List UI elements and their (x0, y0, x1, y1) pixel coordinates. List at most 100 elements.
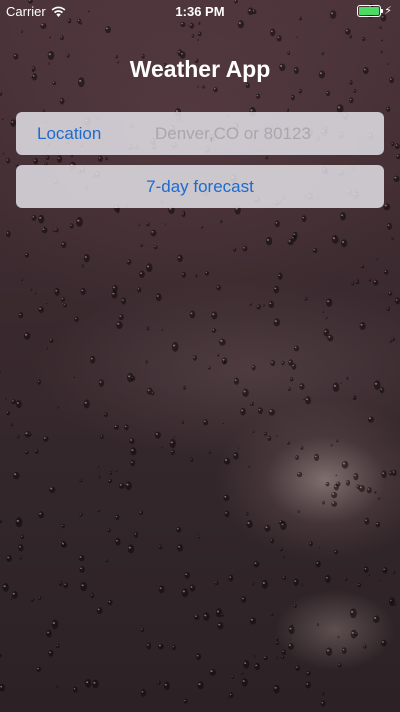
rain-drop (368, 278, 372, 282)
rain-drop (73, 686, 78, 693)
rain-drop (18, 312, 24, 319)
rain-drop (213, 87, 218, 93)
rain-drop (379, 386, 385, 394)
rain-drop (221, 357, 228, 365)
rain-drop (6, 555, 12, 563)
rain-drop (207, 366, 211, 370)
rain-drop (396, 153, 400, 160)
rain-drop (182, 385, 187, 390)
rain-drop (177, 254, 183, 263)
rain-drop (198, 535, 201, 539)
status-time: 1:36 PM (175, 4, 225, 19)
rain-drop (140, 628, 145, 632)
rain-drop (334, 549, 338, 555)
rain-drop (125, 481, 132, 491)
rain-drop (344, 577, 348, 581)
rain-drop (287, 51, 291, 56)
rain-drop (387, 222, 392, 230)
rain-drop (224, 510, 230, 518)
rain-drop (80, 581, 87, 592)
rain-drop (190, 457, 194, 463)
rain-drop (325, 574, 331, 584)
rain-drop (288, 638, 291, 641)
rain-drop (257, 407, 263, 415)
rain-drop (275, 641, 279, 645)
rain-drop (155, 293, 162, 302)
rain-drop (16, 434, 20, 439)
rain-drop (63, 582, 69, 589)
rain-drop (241, 677, 248, 687)
rain-drop (24, 450, 29, 455)
rain-drop (157, 295, 160, 298)
rain-drop (388, 470, 393, 476)
rain-drop (56, 406, 59, 409)
rain-drop (79, 512, 83, 517)
rain-drop (195, 274, 198, 278)
location-input[interactable] (155, 123, 384, 144)
location-field[interactable]: Location (16, 112, 384, 155)
rain-drop (161, 328, 164, 331)
rain-drop (46, 347, 49, 350)
rain-drop (337, 635, 340, 639)
seven-day-forecast-button[interactable]: 7-day forecast (16, 165, 384, 208)
battery-icon (357, 4, 384, 17)
rain-drop (130, 375, 136, 382)
rain-drop (163, 681, 170, 691)
rain-drop (34, 292, 37, 295)
rain-drop (2, 583, 9, 592)
rain-drop (270, 28, 276, 37)
rain-drop (261, 579, 269, 589)
rain-drop (90, 592, 95, 599)
rain-drop (270, 360, 276, 367)
rain-drop (127, 544, 135, 554)
rain-drop (118, 314, 124, 321)
rain-drop (380, 39, 383, 42)
rain-drop (183, 698, 188, 704)
rain-drop (288, 359, 294, 366)
rain-drop (109, 471, 112, 475)
rain-drop (380, 50, 383, 53)
rain-drop (293, 345, 300, 352)
rain-drop (220, 613, 224, 617)
rain-drop (246, 520, 253, 529)
rain-drop (336, 439, 339, 443)
rain-drop (391, 141, 395, 147)
rain-drop (243, 660, 250, 669)
rain-drop (273, 318, 281, 327)
rain-drop (111, 291, 118, 299)
rain-drop (56, 684, 59, 688)
rain-drop (228, 574, 234, 582)
rain-drop (360, 264, 365, 269)
rain-drop (229, 692, 234, 699)
rain-drops-background (0, 0, 400, 707)
rain-drop (357, 583, 362, 588)
rain-drop (226, 696, 229, 699)
rain-drop (332, 382, 340, 393)
rain-drop (354, 632, 359, 637)
battery-level (359, 6, 380, 15)
rain-drop (340, 381, 342, 384)
rain-drop (326, 90, 331, 97)
rain-drop (349, 97, 354, 104)
rain-drop (305, 396, 311, 405)
rain-drop (170, 449, 175, 455)
rain-drop (6, 157, 11, 164)
rain-drop (298, 88, 303, 94)
rain-drop (23, 332, 31, 340)
rain-drop (31, 598, 35, 602)
rain-drop (52, 230, 55, 233)
rain-drop (105, 558, 109, 563)
rain-drop (301, 215, 307, 222)
rain-drop (11, 399, 17, 405)
rain-drop (209, 669, 217, 676)
rain-drop (281, 649, 286, 655)
rain-drop (256, 93, 261, 100)
rain-drop (0, 92, 3, 96)
rain-drop (38, 214, 45, 224)
rain-drop (181, 420, 184, 424)
rain-drop (242, 245, 248, 252)
rain-drop (353, 472, 359, 481)
rain-drop (49, 486, 56, 493)
rain-drop (290, 94, 295, 101)
rain-drop (157, 680, 161, 685)
